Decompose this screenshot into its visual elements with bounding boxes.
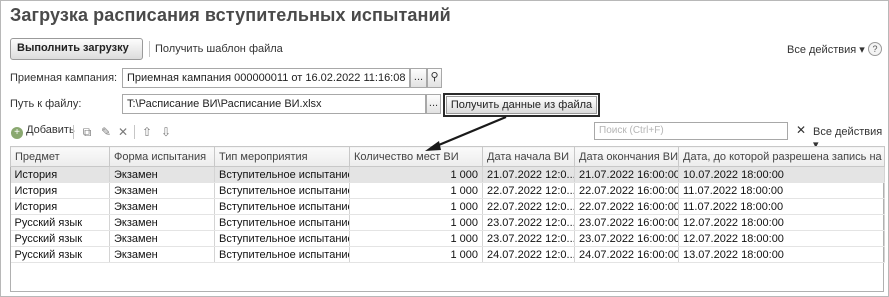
cell-event-type: Вступительное испытание [214, 214, 350, 231]
cell-seats: 1 000 [349, 246, 483, 263]
table-row[interactable]: История Экзамен Вступительное испытание … [10, 198, 885, 215]
move-down-icon[interactable]: ⇩ [158, 124, 174, 140]
cell-exam-form: Экзамен [109, 182, 215, 199]
cell-event-type: Вступительное испытание [214, 182, 350, 199]
cell-start-date: 22.07.2022 12:0... [482, 182, 575, 199]
cell-exam-form: Экзамен [109, 230, 215, 247]
get-template-button[interactable]: Получить шаблон файла [155, 43, 283, 55]
table-row[interactable]: История Экзамен Вступительное испытание … [10, 166, 885, 183]
get-data-from-file-button[interactable]: Получить данные из файла [446, 96, 597, 114]
page-title: Загрузка расписания вступительных испыта… [10, 5, 451, 25]
cell-registration-deadline: 10.07.2022 18:00:00 [678, 166, 885, 183]
cell-subject: Русский язык [10, 214, 110, 231]
search-icon: ⚲ [430, 71, 439, 83]
cell-registration-deadline: 11.07.2022 18:00:00 [678, 182, 885, 199]
cell-exam-form: Экзамен [109, 246, 215, 263]
delete-icon[interactable]: ✕ [115, 124, 131, 140]
toolbar-divider [149, 41, 150, 57]
get-data-highlight: Получить данные из файла [443, 93, 600, 117]
cell-end-date: 23.07.2022 16:00:00 [574, 230, 679, 247]
cell-end-date: 22.07.2022 16:00:00 [574, 182, 679, 199]
cell-exam-form: Экзамен [109, 198, 215, 215]
cell-seats: 1 000 [349, 230, 483, 247]
toolbar-divider [134, 125, 135, 139]
table-row[interactable]: Русский язык Экзамен Вступительное испыт… [10, 246, 885, 263]
copy-icon[interactable]: ⧉ [79, 124, 95, 140]
cell-subject: История [10, 182, 110, 199]
column-header-exam-form[interactable]: Форма испытания [109, 146, 215, 167]
campaign-field[interactable]: Приемная кампания 000000011 от 16.02.202… [122, 68, 410, 88]
help-icon[interactable]: ? [868, 42, 882, 56]
clear-search-icon[interactable]: ✕ [792, 122, 810, 140]
add-icon: + [11, 127, 23, 139]
search-input[interactable]: Поиск (Ctrl+F) [594, 122, 788, 140]
column-header-start-date[interactable]: Дата начала ВИ [482, 146, 575, 167]
add-label: Добавить [26, 124, 75, 136]
cell-subject: Русский язык [10, 246, 110, 263]
schedule-table: Предмет Форма испытания Тип мероприятия … [10, 146, 885, 263]
ellipsis-icon: ... [428, 97, 439, 109]
file-select-button[interactable]: ... [426, 94, 441, 114]
cell-registration-deadline: 12.07.2022 18:00:00 [678, 214, 885, 231]
table-row[interactable]: Русский язык Экзамен Вступительное испыт… [10, 214, 885, 231]
cell-seats: 1 000 [349, 166, 483, 183]
cell-end-date: 22.07.2022 16:00:00 [574, 198, 679, 215]
form-window: Загрузка расписания вступительных испыта… [0, 0, 889, 297]
cell-registration-deadline: 11.07.2022 18:00:00 [678, 198, 885, 215]
cell-registration-deadline: 13.07.2022 18:00:00 [678, 246, 885, 263]
cell-start-date: 23.07.2022 12:0... [482, 230, 575, 247]
cell-end-date: 21.07.2022 16:00:00 [574, 166, 679, 183]
cell-start-date: 24.07.2022 12:0... [482, 246, 575, 263]
column-header-registration-deadline[interactable]: Дата, до которой разрешена запись на ВИ [678, 146, 885, 167]
cell-registration-deadline: 12.07.2022 18:00:00 [678, 230, 885, 247]
cell-seats: 1 000 [349, 182, 483, 199]
toolbar-divider [73, 125, 74, 139]
campaign-select-button[interactable]: ... [410, 68, 427, 88]
add-row-button[interactable]: + Добавить [11, 124, 75, 142]
table-row[interactable]: Русский язык Экзамен Вступительное испыт… [10, 230, 885, 247]
arrow-line [433, 115, 507, 149]
cell-subject: История [10, 166, 110, 183]
cell-event-type: Вступительное испытание [214, 166, 350, 183]
run-load-button[interactable]: Выполнить загрузку [10, 38, 143, 60]
cell-seats: 1 000 [349, 214, 483, 231]
move-up-icon[interactable]: ⇧ [139, 124, 155, 140]
ellipsis-icon: ... [413, 71, 424, 83]
cell-event-type: Вступительное испытание [214, 246, 350, 263]
cell-subject: Русский язык [10, 230, 110, 247]
cell-event-type: Вступительное испытание [214, 198, 350, 215]
file-path-field[interactable]: T:\Расписание ВИ\Расписание ВИ.xlsx [122, 94, 426, 114]
cell-start-date: 21.07.2022 12:0... [482, 166, 575, 183]
cell-seats: 1 000 [349, 198, 483, 215]
all-actions-menu[interactable]: Все действия ▾ [787, 43, 865, 56]
campaign-open-button[interactable]: ⚲ [427, 68, 442, 88]
column-header-end-date[interactable]: Дата окончания ВИ [574, 146, 679, 167]
cell-start-date: 23.07.2022 12:0... [482, 214, 575, 231]
campaign-label: Приемная кампания: [10, 72, 118, 84]
edit-icon[interactable]: ✎ [98, 124, 114, 140]
table-row[interactable]: История Экзамен Вступительное испытание … [10, 182, 885, 199]
cell-end-date: 24.07.2022 16:00:00 [574, 246, 679, 263]
cell-exam-form: Экзамен [109, 166, 215, 183]
column-header-seats[interactable]: Количество мест ВИ [349, 146, 483, 167]
cell-subject: История [10, 198, 110, 215]
cell-exam-form: Экзамен [109, 214, 215, 231]
table-header-row: Предмет Форма испытания Тип мероприятия … [10, 146, 885, 167]
cell-end-date: 23.07.2022 16:00:00 [574, 214, 679, 231]
cell-start-date: 22.07.2022 12:0... [482, 198, 575, 215]
column-header-event-type[interactable]: Тип мероприятия [214, 146, 350, 167]
cell-event-type: Вступительное испытание [214, 230, 350, 247]
column-header-subject[interactable]: Предмет [10, 146, 110, 167]
path-label: Путь к файлу: [10, 98, 82, 110]
